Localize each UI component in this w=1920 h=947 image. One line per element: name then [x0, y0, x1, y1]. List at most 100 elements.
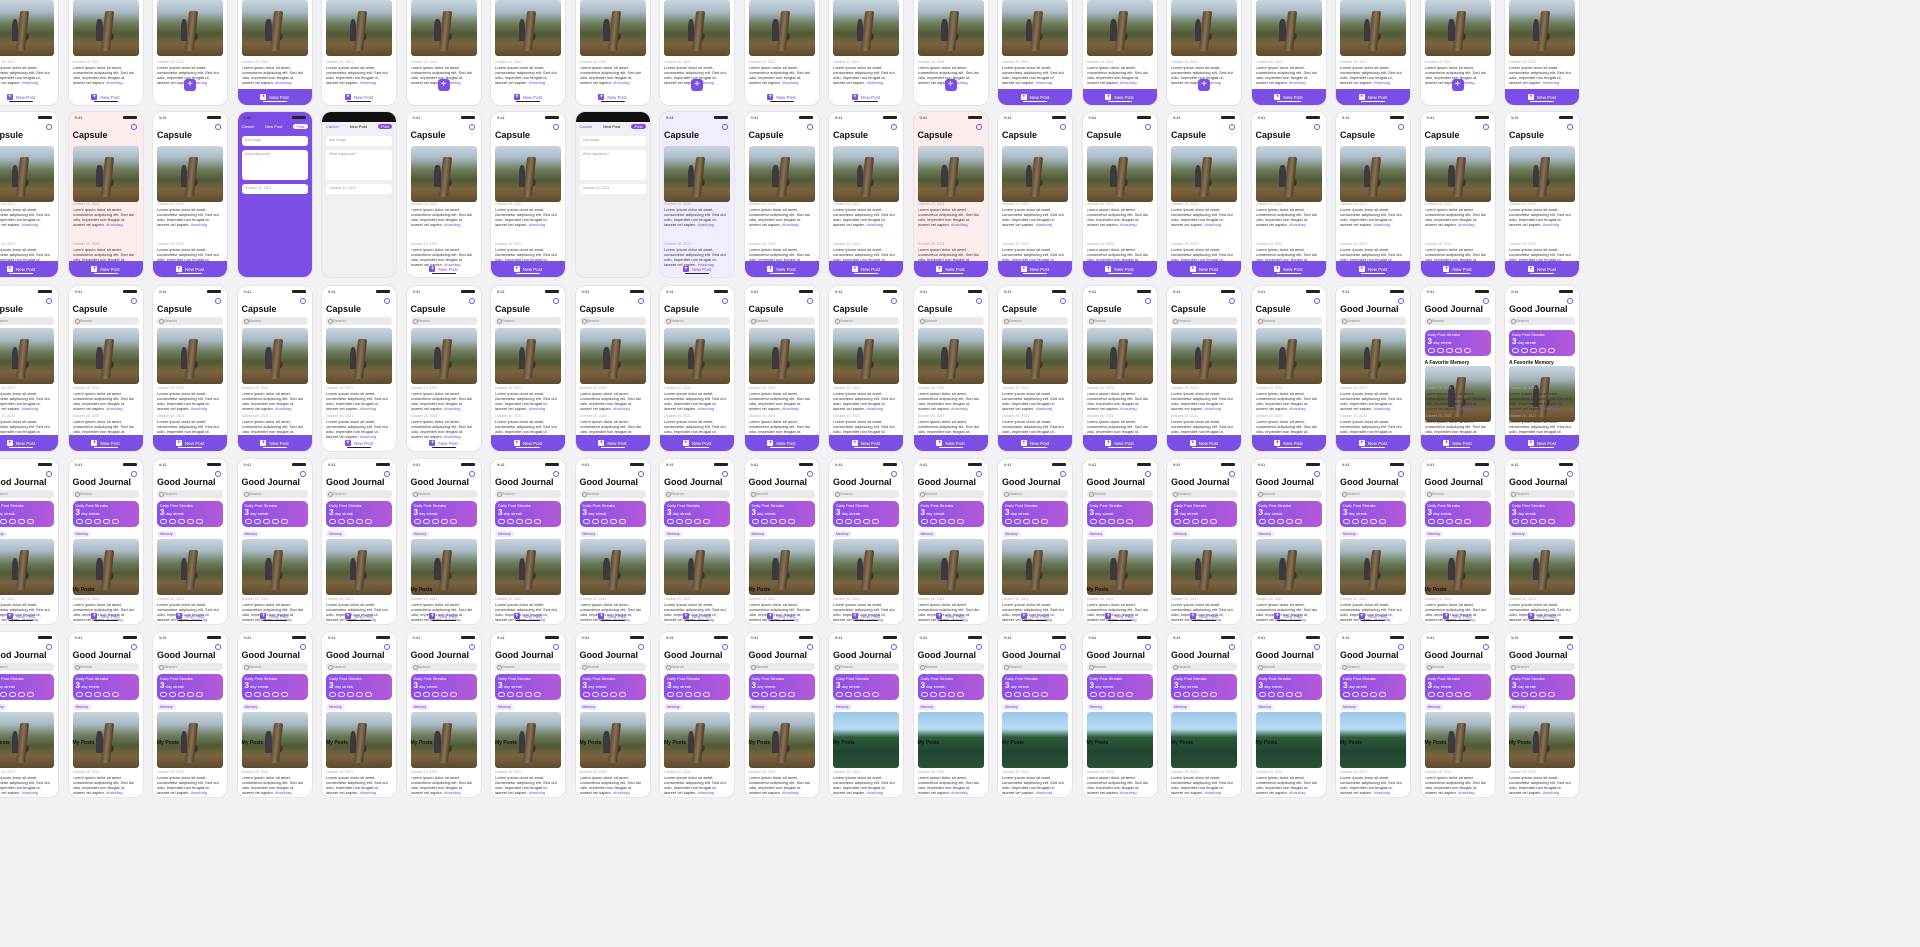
hashtag-link[interactable]: #hashtag — [867, 790, 883, 795]
new-post-button[interactable]: + New Post — [998, 608, 1072, 624]
search-icon[interactable] — [1229, 124, 1235, 130]
hashtag-link[interactable]: #hashtag — [360, 406, 376, 411]
hashtag-link[interactable]: #hashtag — [1458, 406, 1474, 411]
daily-streak-card[interactable]: Daily Post Streaks3 day streak — [0, 501, 54, 527]
memory-chip[interactable]: Memory — [72, 704, 92, 710]
search-input[interactable]: Search — [748, 490, 815, 498]
add-image-field[interactable]: Add Image — [326, 136, 392, 146]
post-photo[interactable] — [495, 146, 561, 202]
search-icon[interactable] — [215, 644, 221, 650]
search-input[interactable]: Search — [748, 317, 815, 325]
search-icon[interactable] — [130, 124, 137, 130]
hashtag-link[interactable]: #hashtag — [444, 406, 460, 411]
memory-chip[interactable]: Memory — [1255, 531, 1275, 537]
search-icon[interactable] — [130, 471, 137, 477]
hashtag-link[interactable]: #hashtag — [951, 790, 967, 795]
new-post-button[interactable]: + New Post — [744, 435, 819, 451]
daily-streak-card[interactable]: Daily Post Streaks3 day streak — [241, 501, 308, 527]
search-input[interactable]: Search — [1171, 663, 1237, 671]
search-icon[interactable] — [891, 298, 897, 304]
hashtag-link[interactable]: #hashtag — [529, 80, 545, 85]
new-post-button[interactable]: + New Post — [1082, 89, 1157, 105]
daily-streak-card[interactable]: Daily Post Streaks3 day streak — [72, 501, 139, 527]
new-post-button[interactable]: + New Post — [407, 435, 481, 451]
new-post-button[interactable]: + New Post — [153, 435, 227, 451]
hashtag-link[interactable]: #hashtag — [360, 80, 376, 85]
new-post-button[interactable]: + New Post — [660, 435, 734, 451]
daily-streak-card[interactable]: Daily Post Streaks3 day streak — [748, 674, 815, 700]
new-post-button[interactable]: + New Post — [322, 435, 396, 451]
daily-streak-card[interactable]: Daily Post Streaks3 day streak — [326, 501, 392, 527]
hashtag-link[interactable]: #hashtag — [1374, 80, 1390, 85]
search-input[interactable]: Search — [1086, 317, 1153, 325]
hashtag-link[interactable]: #hashtag — [1374, 222, 1390, 227]
search-icon[interactable] — [1229, 644, 1235, 650]
memory-chip[interactable]: Memory — [833, 531, 852, 537]
post-photo[interactable] — [833, 0, 899, 56]
daily-streak-card[interactable]: Daily Post Streaks3 day streak — [748, 501, 815, 527]
search-icon[interactable] — [1144, 298, 1151, 304]
hashtag-link[interactable]: #hashtag — [782, 406, 798, 411]
memory-chip[interactable]: Memory — [664, 531, 683, 537]
search-icon[interactable] — [637, 298, 644, 304]
new-post-button[interactable]: + New Post — [322, 608, 396, 624]
search-icon[interactable] — [553, 298, 559, 304]
memory-chip[interactable]: Memory — [0, 531, 7, 537]
search-icon[interactable] — [384, 644, 390, 650]
post-text-field[interactable]: What happened? — [579, 150, 646, 180]
post-photo[interactable] — [157, 146, 223, 202]
new-post-button[interactable]: + New Post — [153, 261, 227, 277]
search-input[interactable]: Search — [72, 663, 139, 671]
memory-chip[interactable]: Memory — [1171, 704, 1190, 710]
search-icon[interactable] — [1313, 298, 1320, 304]
new-post-button[interactable]: + New Post — [575, 435, 650, 451]
memory-chip[interactable]: Memory — [1340, 704, 1359, 710]
search-icon[interactable] — [1144, 471, 1151, 477]
search-input[interactable]: Search — [1086, 490, 1153, 498]
hashtag-link[interactable]: #hashtag — [1036, 790, 1052, 795]
search-input[interactable]: Search — [157, 490, 223, 498]
new-post-button[interactable]: + New Post — [913, 435, 988, 451]
post-photo[interactable] — [1340, 146, 1406, 202]
memory-chip[interactable]: Memory — [410, 704, 430, 710]
hashtag-link[interactable]: #hashtag — [22, 80, 38, 85]
date-field[interactable]: October 21, 2021 — [241, 184, 308, 194]
hashtag-link[interactable]: #hashtag — [1374, 790, 1390, 795]
search-input[interactable]: Search — [833, 663, 899, 671]
post-photo[interactable] — [157, 0, 223, 56]
hashtag-link[interactable]: #hashtag — [191, 790, 207, 795]
hashtag-link[interactable]: #hashtag — [1120, 80, 1136, 85]
search-icon[interactable] — [1313, 124, 1320, 130]
daily-streak-card[interactable]: Daily Post Streaks3 day streak — [1424, 330, 1491, 356]
hashtag-link[interactable]: #hashtag — [1205, 790, 1221, 795]
search-icon[interactable] — [1398, 644, 1404, 650]
search-input[interactable]: Search — [1509, 663, 1575, 671]
search-icon[interactable] — [553, 471, 559, 477]
post-photo[interactable] — [1340, 539, 1406, 595]
post-photo[interactable] — [1171, 328, 1237, 384]
daily-streak-card[interactable]: Daily Post Streaks3 day streak — [1002, 674, 1068, 700]
memory-chip[interactable]: Memory — [1509, 531, 1528, 537]
cancel-button[interactable]: Cancel — [580, 124, 592, 129]
memory-chip[interactable]: Memory — [495, 531, 514, 537]
memory-chip[interactable]: Memory — [579, 531, 599, 537]
new-post-button[interactable]: + New Post — [998, 261, 1072, 277]
hashtag-link[interactable]: #hashtag — [782, 790, 798, 795]
search-icon[interactable] — [1144, 124, 1151, 130]
post-photo[interactable] — [0, 539, 54, 595]
post-photo[interactable] — [579, 0, 646, 56]
search-input[interactable]: Search — [495, 490, 561, 498]
search-input[interactable]: Search — [0, 317, 54, 325]
search-input[interactable]: Search — [241, 663, 308, 671]
post-photo[interactable] — [326, 0, 392, 56]
post-photo[interactable] — [664, 328, 730, 384]
search-icon[interactable] — [891, 471, 897, 477]
daily-streak-card[interactable]: Daily Post Streaks3 day streak — [1171, 501, 1237, 527]
daily-streak-card[interactable]: Daily Post Streaks3 day streak — [917, 501, 984, 527]
post-button[interactable]: Post — [293, 124, 308, 129]
memory-chip[interactable]: Memory — [326, 531, 345, 537]
post-photo[interactable] — [410, 0, 477, 56]
daily-streak-card[interactable]: Daily Post Streaks3 day streak — [157, 674, 223, 700]
search-icon[interactable] — [1567, 298, 1573, 304]
new-post-button[interactable]: + New Post — [0, 435, 58, 451]
